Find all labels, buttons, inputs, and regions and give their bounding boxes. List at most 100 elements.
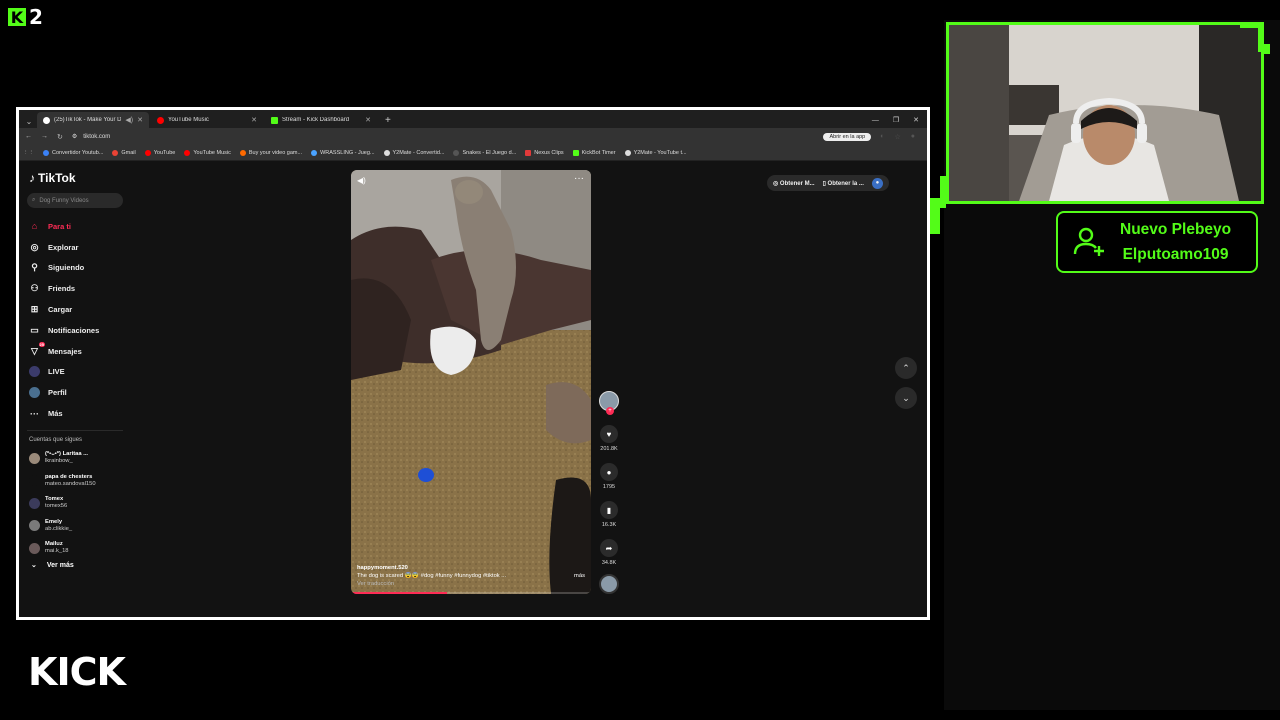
like-action[interactable]: ♥ 201.8K [600, 425, 618, 452]
new-tab-button[interactable]: + [379, 112, 397, 128]
more-options-icon[interactable]: ··· [574, 173, 584, 184]
sidebar-item-mensajes[interactable]: ▽ 25 Mensajes [27, 341, 137, 362]
frame-corner [1264, 44, 1270, 54]
new-follower-alert: Nuevo Plebeyo Elputoamo109 [1056, 211, 1258, 273]
tiktok-logo[interactable]: ♪ TikTok [29, 171, 137, 185]
avatar [29, 542, 40, 554]
alert-title: Nuevo Plebeyo [1120, 221, 1232, 238]
bookmark-item[interactable]: Y2Mate - Convertid... [383, 149, 444, 156]
bookmark-item[interactable]: Y2Mate - YouTube t... [624, 149, 687, 156]
sidebar-item-explorar[interactable]: ◎ Explorar [27, 237, 137, 258]
bookmark-item[interactable]: Buy your video gam... [239, 149, 302, 156]
video-author[interactable]: happymoment.520 [357, 564, 585, 572]
save-action[interactable]: ▮ 16.3K [600, 501, 618, 528]
see-more-link[interactable]: más [574, 572, 585, 580]
extension-icon[interactable]: ◐ [880, 133, 884, 141]
previous-video-button[interactable]: ⌃ [895, 357, 917, 379]
forward-icon[interactable]: → [41, 133, 48, 140]
tiktok-note-icon: ♪ [29, 171, 35, 185]
sidebar-item-live[interactable]: LIVE [27, 362, 137, 383]
reload-icon[interactable]: ↻ [57, 133, 63, 141]
bookmark-item[interactable]: Nexus Clips [525, 149, 564, 156]
bookmark-label: YouTube Music [193, 149, 231, 156]
more-icon: ··· [30, 408, 39, 419]
avatar [29, 520, 40, 532]
bookmark-item[interactable]: Gmail [112, 149, 136, 156]
following-account[interactable]: papa de chesters mateo.sandoval150 [27, 469, 137, 492]
comment-action[interactable]: ● 1795 [600, 463, 618, 490]
bookmark-star-icon[interactable]: ☆ [894, 133, 900, 141]
bookmark-icon [624, 149, 631, 156]
tab-close-icon[interactable]: ✕ [137, 116, 143, 124]
video-description: The dog is scared 😨😨 #dog #funny #funnyd… [357, 573, 507, 579]
tab-tiktok[interactable]: (25)TikTok - Make Your Day ◀) ✕ [37, 112, 149, 128]
translate-link[interactable]: Ver traducción [357, 580, 585, 588]
sidebar-item-label: Para ti [48, 221, 71, 231]
like-count: 201.8K [600, 446, 618, 452]
search-input[interactable]: ⌕ Dog Funny Videos [27, 193, 123, 208]
restore-icon[interactable]: ❐ [893, 116, 899, 124]
sidebar-item-label: Mensajes [48, 346, 82, 356]
kick-logo: KICK [28, 650, 126, 694]
kick-icon [572, 149, 579, 156]
get-app-button[interactable]: ▯ Obtener la ... [823, 180, 864, 187]
url-field[interactable]: ⚙ tiktok.com [72, 133, 110, 141]
account-avatar[interactable]: ● [871, 177, 883, 189]
see-more-label: Ver más [46, 561, 74, 569]
back-icon[interactable]: ← [25, 133, 32, 140]
minimize-icon[interactable]: — [872, 117, 879, 124]
bookmark-label: Y2Mate - YouTube t... [633, 149, 687, 156]
sidebar-item-notificaciones[interactable]: ▭ Notificaciones [27, 320, 137, 341]
frame-corner [930, 198, 946, 208]
following-account[interactable]: Mailuz mai.k_18 [27, 537, 137, 560]
open-in-app-button[interactable]: Abrir en la app [823, 132, 872, 141]
bookmark-item[interactable]: WRASSLING - Jueg... [311, 149, 375, 156]
sidebar-item-label: Perfil [48, 388, 67, 398]
video-player[interactable]: ◀) ··· happymoment.520 The dog is scared… [351, 170, 591, 594]
site-info-icon[interactable]: ⚙ [72, 133, 77, 140]
tab-kick-dashboard[interactable]: Stream - Kick Dashboard ✕ [265, 112, 377, 128]
bookmark-item[interactable]: YouTube Music [184, 149, 231, 156]
see-more-button[interactable]: ⌄ Ver más [27, 561, 137, 570]
get-coins-button[interactable]: ◎ Obtener M... [773, 180, 815, 187]
video-frame [351, 170, 591, 594]
profile-icon[interactable]: ● [911, 133, 915, 141]
save-count: 16.3K [601, 522, 617, 528]
share-action[interactable]: ➦ 34.8K [600, 539, 618, 566]
tab-youtube-music[interactable]: YouTube Music ✕ [151, 112, 263, 128]
tab-close-icon[interactable]: ✕ [251, 116, 257, 124]
following-account[interactable]: (*•ᴗ•*) Laritaa ... lkrainbow_ [27, 447, 137, 470]
next-video-button[interactable]: ⌄ [895, 387, 917, 409]
bookmark-item[interactable]: Snakes - El Juego d... [453, 149, 516, 156]
follow-plus-icon[interactable]: + [606, 407, 614, 415]
bookmark-label: YouTube [153, 149, 176, 156]
bookmark-item[interactable]: Convertidor Youtub... [43, 149, 103, 156]
avatar [29, 475, 40, 487]
tab-title: YouTube Music [168, 117, 209, 123]
sidebar-item-label: Más [48, 409, 63, 419]
close-window-icon[interactable]: ✕ [913, 116, 919, 124]
sidebar-item-friends[interactable]: ⚇ Friends [27, 278, 137, 299]
music-disc-icon[interactable] [599, 574, 619, 594]
bookmark-label: KickBot Timer [581, 149, 616, 156]
tab-close-icon[interactable]: ✕ [365, 116, 371, 124]
sidebar-item-perfil[interactable]: Perfil [27, 382, 137, 403]
bookmark-item[interactable]: YouTube [144, 149, 176, 156]
sidebar-item-siguiendo[interactable]: ⚲ Siguiendo [27, 258, 137, 279]
volume-icon[interactable]: ◀) [357, 176, 366, 185]
webcam-feed [946, 22, 1264, 204]
creator-avatar[interactable]: + [599, 391, 619, 415]
sidebar-item-para-ti[interactable]: ⌂ Para ti [27, 216, 137, 237]
bookmark-item[interactable]: KickBot Timer [572, 149, 616, 156]
following-account[interactable]: Tomex tomex56 [27, 492, 137, 515]
chevron-down-icon: ⌄ [31, 562, 37, 570]
apps-grid-icon[interactable]: ⋮⋮ [23, 150, 34, 156]
sidebar-item-cargar[interactable]: ⊞ Cargar [27, 299, 137, 320]
video-progress-bar[interactable] [351, 592, 591, 594]
pill-label: Obtener M... [779, 180, 815, 187]
search-icon: ⌕ [32, 197, 36, 203]
sidebar-item-mas[interactable]: ··· Más [27, 403, 137, 424]
video-progress-fill [351, 592, 447, 594]
following-account[interactable]: Emely ab.clikkie_ [27, 514, 137, 537]
tab-search-icon[interactable]: ⌄ [23, 114, 35, 128]
